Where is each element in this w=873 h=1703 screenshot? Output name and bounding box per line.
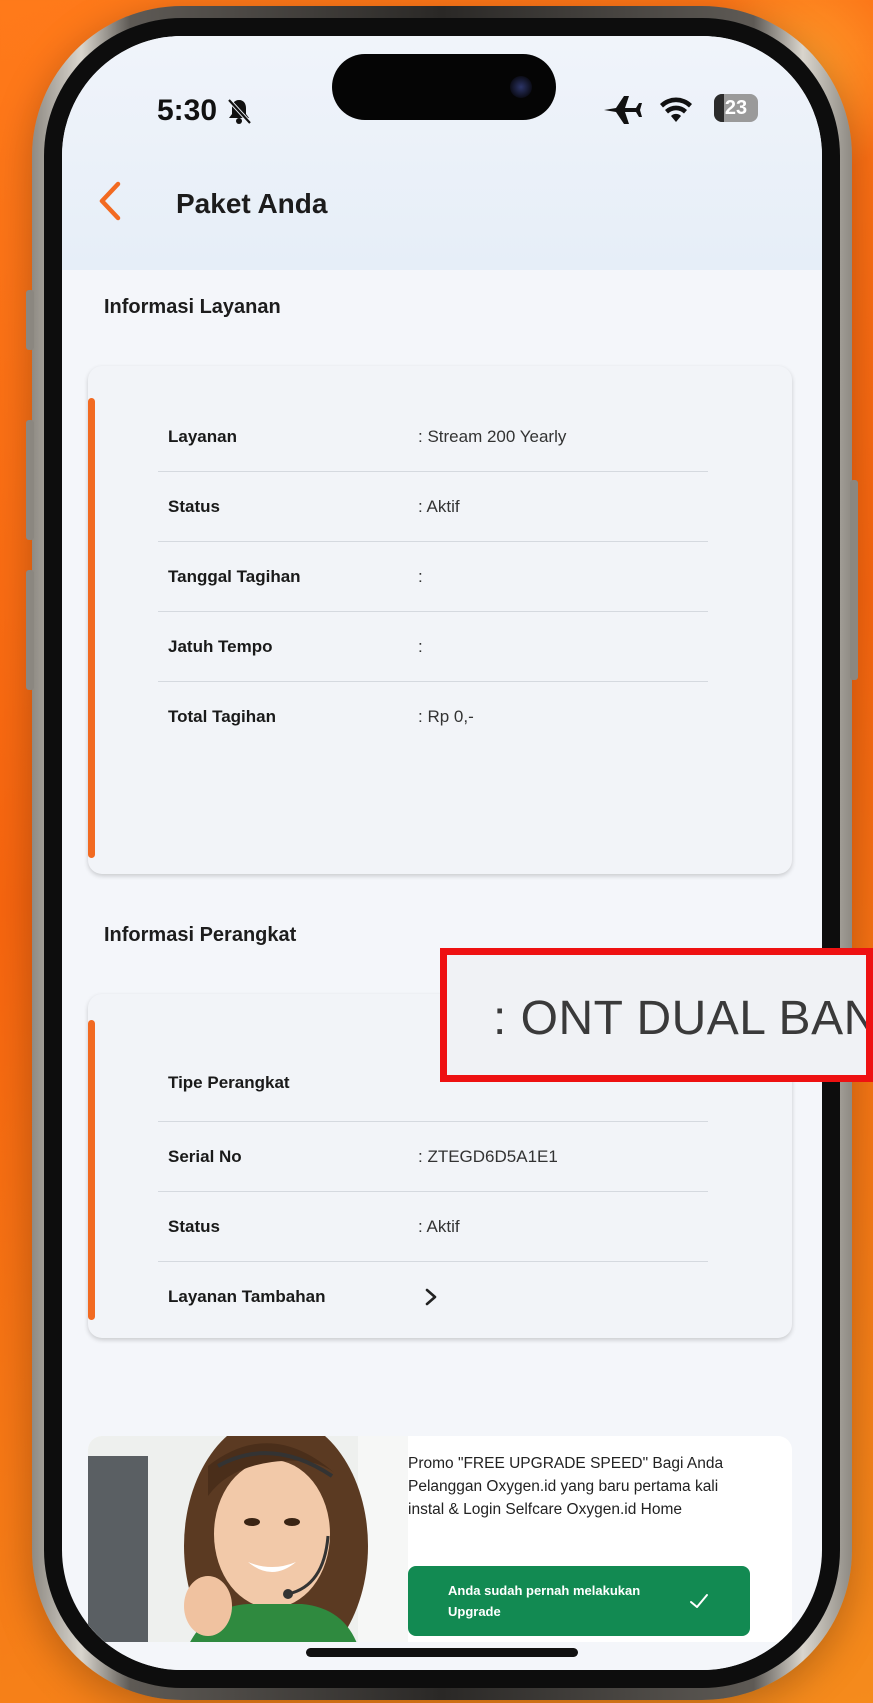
info-row-additional-services[interactable]: Layanan Tambahan [158, 1262, 708, 1332]
phone-volume-down-button [26, 570, 34, 690]
wifi-icon [660, 97, 692, 122]
phone-volume-up-button [26, 420, 34, 540]
row-label: Status [168, 497, 220, 516]
zoom-callout-text: : ONT DUAL BAND [493, 992, 873, 1045]
battery-indicator: 23 [714, 94, 758, 122]
battery-percent: 23 [724, 97, 748, 119]
home-indicator[interactable] [306, 1648, 578, 1657]
promo-text: Promo "FREE UPGRADE SPEED" Bagi Anda Pel… [408, 1455, 724, 1518]
row-value: : [418, 637, 423, 656]
row-label: Jatuh Tempo [168, 637, 273, 656]
section-title-service: Informasi Layanan [104, 296, 281, 318]
info-row: Tanggal Tagihan : [158, 542, 708, 612]
info-row: Total Tagihan : Rp 0,- [158, 682, 708, 752]
row-label: Tanggal Tagihan [168, 567, 301, 586]
check-icon [690, 1594, 708, 1608]
chevron-right-icon[interactable] [424, 1287, 438, 1307]
silent-bell-icon [227, 98, 252, 125]
row-label: Status [168, 1217, 220, 1236]
phone-screen: 5:30 23 Paket Anda Informasi Layanan Lay… [62, 36, 822, 1670]
airplane-icon [604, 96, 642, 124]
info-row: Serial No : ZTEGD6D5A1E1 [158, 1122, 708, 1192]
row-value: : Aktif [418, 1217, 460, 1236]
upgrade-status-button[interactable]: Anda sudah pernah melakukan Upgrade [408, 1566, 750, 1636]
battery-level [714, 94, 724, 122]
dynamic-island [332, 54, 556, 120]
upgrade-status-label: Anda sudah pernah melakukan Upgrade [448, 1583, 641, 1619]
info-row: Layanan : Stream 200 Yearly [158, 402, 708, 472]
info-row: Jatuh Tempo : [158, 612, 708, 682]
row-value: : Aktif [418, 497, 460, 516]
service-info-card: Layanan : Stream 200 Yearly Status : Akt… [88, 366, 792, 874]
customer-service-photo [88, 1436, 408, 1646]
phone-action-button [26, 290, 34, 350]
card-accent-stripe [88, 1020, 95, 1320]
page-title: Paket Anda [176, 188, 328, 219]
zoom-callout-device-type: : ONT DUAL BAND [440, 948, 873, 1082]
row-label: Layanan Tambahan [168, 1287, 326, 1306]
info-row: Status : Aktif [158, 1192, 708, 1262]
row-label: Total Tagihan [168, 707, 276, 726]
row-value: : Rp 0,- [418, 707, 474, 726]
row-label: Tipe Perangkat [168, 1073, 290, 1092]
section-title-device: Informasi Perangkat [104, 924, 297, 946]
row-value: : [418, 567, 423, 586]
row-label: Serial No [168, 1147, 242, 1166]
phone-power-button [850, 480, 858, 680]
chevron-left-icon[interactable] [92, 176, 128, 226]
card-accent-stripe [88, 398, 95, 858]
row-value: : ZTEGD6D5A1E1 [418, 1147, 558, 1166]
front-camera [510, 76, 532, 98]
info-row: Status : Aktif [158, 472, 708, 542]
row-label: Layanan [168, 427, 237, 446]
promo-banner[interactable]: Promo "FREE UPGRADE SPEED" Bagi Anda Pel… [88, 1436, 792, 1646]
status-time: 5:30 [157, 94, 218, 127]
row-value: : Stream 200 Yearly [418, 427, 567, 446]
